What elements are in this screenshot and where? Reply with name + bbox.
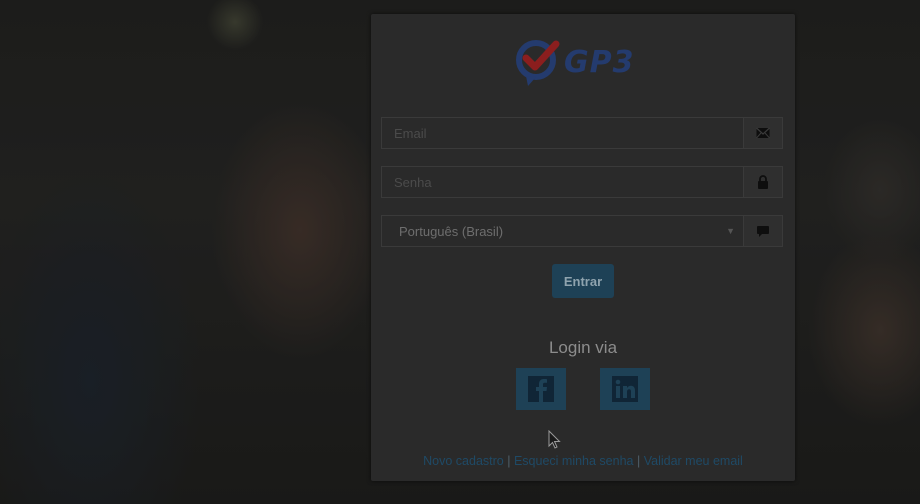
language-addon (743, 216, 782, 246)
email-field[interactable]: Email (381, 117, 783, 149)
password-addon (743, 167, 782, 197)
social-login-heading: Login via (548, 338, 618, 357)
password-input[interactable]: Senha (382, 167, 743, 197)
linkedin-login-button[interactable] (600, 368, 650, 410)
login-panel: GP3 Email Senha Português (Brasil) ▼ Ent… (371, 14, 795, 481)
facebook-login-button[interactable] (516, 368, 566, 410)
forgot-password-link[interactable]: Esqueci minha senha (514, 454, 634, 468)
email-addon (743, 118, 782, 148)
language-select-box[interactable]: Português (Brasil) ▼ (382, 216, 743, 246)
language-selected-value: Português (Brasil) (399, 223, 504, 239)
mouse-cursor-icon (548, 430, 561, 449)
logo-text: GP3 (564, 44, 635, 80)
lock-icon (758, 175, 768, 189)
email-input[interactable]: Email (382, 118, 743, 148)
password-field[interactable]: Senha (381, 166, 783, 198)
linkedin-icon (612, 376, 638, 402)
envelope-icon (756, 127, 770, 139)
language-select[interactable]: Português (Brasil) ▼ (381, 215, 783, 247)
submit-button[interactable]: Entrar (552, 264, 614, 298)
footer-links: Novo cadastro | Esqueci minha senha | Va… (371, 454, 795, 468)
chevron-down-icon: ▼ (726, 226, 735, 236)
check-badge-icon (516, 40, 560, 86)
register-link[interactable]: Novo cadastro (423, 454, 504, 468)
facebook-icon (528, 376, 554, 402)
comment-icon (757, 226, 769, 237)
link-separator: | (636, 454, 641, 468)
validate-email-link[interactable]: Validar meu email (644, 454, 743, 468)
link-separator: | (507, 454, 511, 468)
gp3-logo: GP3 (512, 36, 656, 88)
